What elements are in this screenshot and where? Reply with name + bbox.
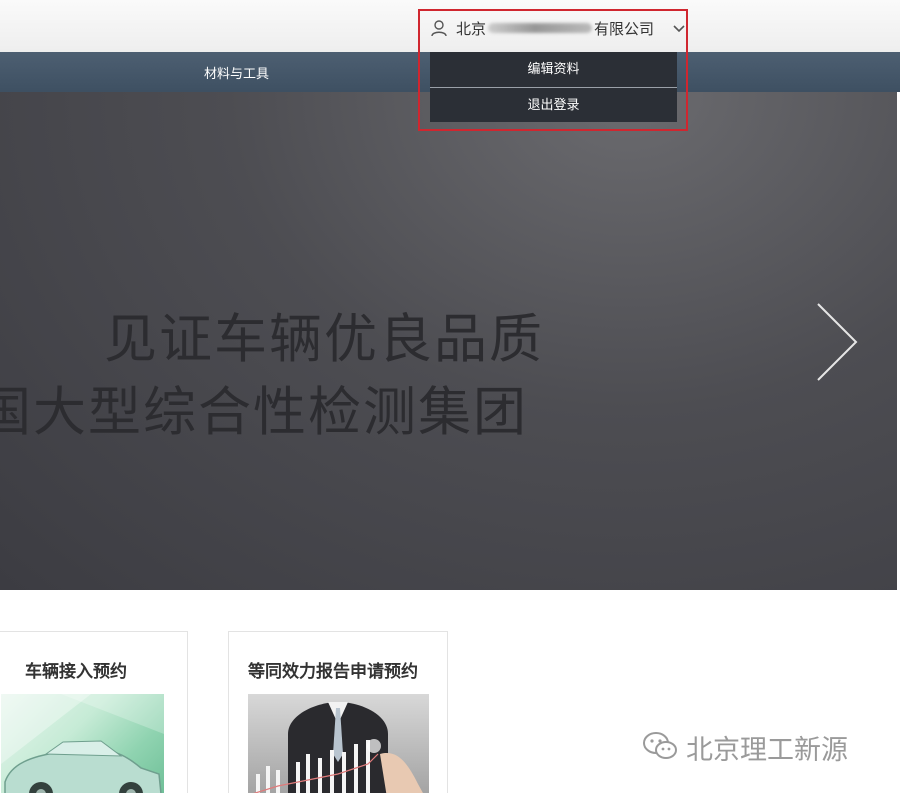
- hero-headline: 见证车辆优良品质: [104, 309, 544, 370]
- watermark-text: 北京理工新源: [686, 735, 848, 766]
- service-card-vehicle-booking[interactable]: 车辆接入预约: [0, 631, 188, 793]
- hero-banner: 见证车辆优良品质 国大型综合性检测集团: [0, 92, 897, 590]
- card-title: 等同效力报告申请预约: [248, 662, 418, 682]
- business-image: [248, 694, 429, 793]
- nav-item-materials-tools[interactable]: 材料与工具: [204, 63, 269, 82]
- chevron-right-icon[interactable]: [814, 302, 860, 386]
- service-card-report-booking[interactable]: 等同效力报告申请预约: [228, 631, 448, 793]
- wechat-icon: [642, 731, 678, 765]
- car-image: [1, 694, 164, 793]
- page: 北京 有限公司 材料与工具 见证车辆优良品质 国大型综合性检测集团 编辑资料 退…: [0, 0, 900, 793]
- highlight-box: [418, 9, 688, 131]
- card-title: 车辆接入预约: [25, 662, 127, 682]
- watermark: 北京理工新源: [642, 728, 848, 767]
- hero-subheadline: 国大型综合性检测集团: [0, 382, 528, 443]
